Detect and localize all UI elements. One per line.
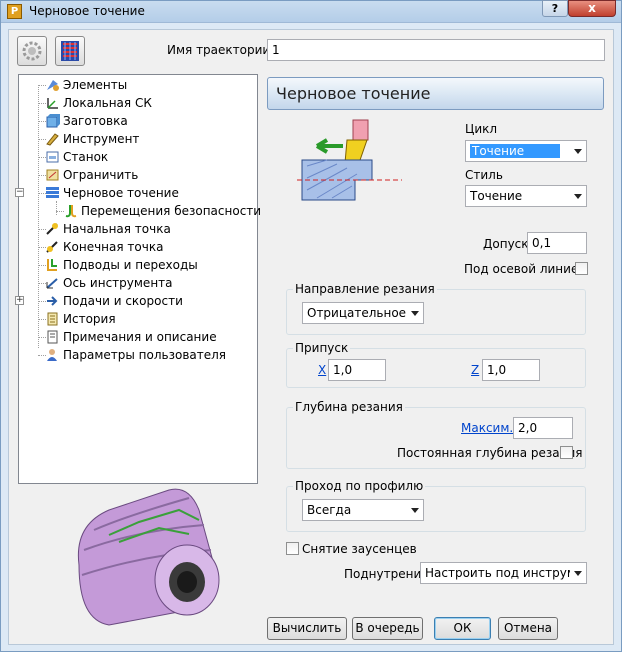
stock-icon — [45, 114, 60, 128]
tool-icon — [45, 132, 60, 146]
notes-icon — [45, 330, 60, 344]
cycle-select[interactable]: Точение — [465, 140, 587, 162]
below-axis-checkbox[interactable] — [575, 262, 588, 275]
rough-turning-icon — [45, 186, 60, 200]
help-button[interactable]: ? — [542, 0, 568, 17]
tree-item-start-point[interactable]: Начальная точка — [19, 220, 219, 238]
chevron-down-icon — [411, 508, 419, 513]
dialog-body: Имя траектории 1 Элементы Локальная СК З… — [8, 29, 614, 645]
tree-item-rough-turning[interactable]: − Черновое точение — [15, 184, 219, 202]
title-bar[interactable]: P Черновое точение ? x — [1, 0, 621, 23]
settings-tree: Элементы Локальная СК Заготовка Инструме… — [15, 74, 261, 484]
tool-axis-icon — [45, 276, 60, 290]
allowance-title: Припуск — [293, 341, 351, 355]
feeds-speeds-icon — [45, 294, 60, 308]
cut-direction-select[interactable]: Отрицательное — [302, 302, 424, 324]
profile-pass-select[interactable]: Всегда — [302, 499, 424, 521]
collapse-icon[interactable]: − — [15, 188, 24, 197]
chevron-down-icon — [574, 194, 582, 199]
allowance-group: Припуск X 1,0 Z 1,0 — [286, 341, 586, 388]
window-title: Черновое точение — [29, 4, 145, 18]
style-label: Стиль — [465, 168, 503, 182]
allowance-x-link[interactable]: X — [318, 363, 326, 377]
undercut-select[interactable]: Настроить под инструмен — [420, 562, 587, 584]
deburr-label: Снятие заусенцев — [302, 542, 417, 556]
start-point-icon — [45, 222, 60, 236]
app-icon: P — [7, 4, 22, 19]
toolpath-name-label: Имя траектории — [167, 43, 271, 57]
cut-depth-title: Глубина резания — [293, 400, 405, 414]
machine-icon — [45, 150, 60, 164]
cancel-button[interactable]: Отмена — [498, 617, 558, 640]
queue-button[interactable]: В очередь — [352, 617, 423, 640]
panel-title: Черновое точение — [267, 77, 604, 110]
local-cs-icon — [45, 96, 60, 110]
toolpath-icon[interactable] — [55, 36, 85, 66]
tree-item-feeds-speeds[interactable]: + Подачи и скорости — [15, 292, 219, 310]
history-icon — [45, 312, 60, 326]
tree-item-stock[interactable]: Заготовка — [19, 112, 219, 130]
expand-icon[interactable]: + — [15, 296, 24, 305]
tree-item-limit[interactable]: Ограничить — [19, 166, 219, 184]
tree-item-history[interactable]: История — [19, 310, 219, 328]
max-depth-input[interactable]: 2,0 — [513, 417, 573, 439]
tree-item-end-point[interactable]: Конечная точка — [19, 238, 219, 256]
allowance-x-input[interactable]: 1,0 — [328, 359, 386, 381]
close-button[interactable]: x — [568, 0, 616, 17]
tree-item-elements[interactable]: Элементы — [19, 76, 219, 94]
tree-item-tool[interactable]: Инструмент — [19, 130, 219, 148]
tree-item-local-cs[interactable]: Локальная СК — [19, 94, 219, 112]
tree-item-user-params[interactable]: Параметры пользователя — [19, 346, 226, 364]
cut-direction-group: Направление резания Отрицательное — [286, 282, 586, 335]
dialog-window: P Черновое точение ? x Имя траектории 1 — [0, 0, 622, 652]
undercut-label: Поднутрения — [344, 567, 429, 581]
style-select[interactable]: Точение — [465, 185, 587, 207]
tree-item-machine[interactable]: Станок — [19, 148, 219, 166]
tree-item-safety-moves[interactable]: Перемещения безопасности — [19, 202, 261, 220]
ok-button[interactable]: ОК — [434, 617, 491, 640]
profile-pass-title: Проход по профилю — [293, 479, 426, 493]
tree-item-tool-axis[interactable]: Ось инструмента — [19, 274, 219, 292]
profile-pass-group: Проход по профилю Всегда — [286, 479, 586, 532]
turning-illustration — [297, 118, 407, 218]
deburr-checkbox[interactable] — [286, 542, 299, 555]
calculate-button[interactable]: Вычислить — [267, 617, 347, 640]
allowance-z-link[interactable]: Z — [471, 363, 479, 377]
safety-moves-icon — [63, 204, 78, 218]
constant-depth-label: Постоянная глубина резания — [397, 446, 583, 460]
elements-icon — [45, 78, 60, 92]
tree-item-notes[interactable]: Примечания и описание — [19, 328, 219, 346]
tolerance-input[interactable]: 0,1 — [527, 232, 587, 254]
end-point-icon — [45, 240, 60, 254]
below-axis-label: Под осевой линией — [464, 262, 587, 276]
toolpath-name-input[interactable]: 1 — [267, 39, 605, 61]
part-preview-image — [49, 470, 229, 630]
chevron-down-icon — [574, 149, 582, 154]
cut-depth-group: Глубина резания Максим. 2,0 Постоянная г… — [286, 400, 586, 469]
chevron-down-icon — [574, 571, 582, 576]
cycle-label: Цикл — [465, 122, 498, 136]
gear-settings-icon[interactable] — [17, 36, 47, 66]
tree-item-leads-links[interactable]: Подводы и переходы — [19, 256, 219, 274]
user-params-icon — [45, 348, 60, 362]
tolerance-label: Допуск — [483, 237, 529, 251]
allowance-z-input[interactable]: 1,0 — [482, 359, 540, 381]
max-depth-link[interactable]: Максим. — [461, 421, 513, 435]
chevron-down-icon — [411, 311, 419, 316]
constant-depth-checkbox[interactable] — [560, 446, 573, 459]
cut-direction-title: Направление резания — [293, 282, 437, 296]
limit-icon — [45, 168, 60, 182]
leads-links-icon — [45, 258, 60, 272]
